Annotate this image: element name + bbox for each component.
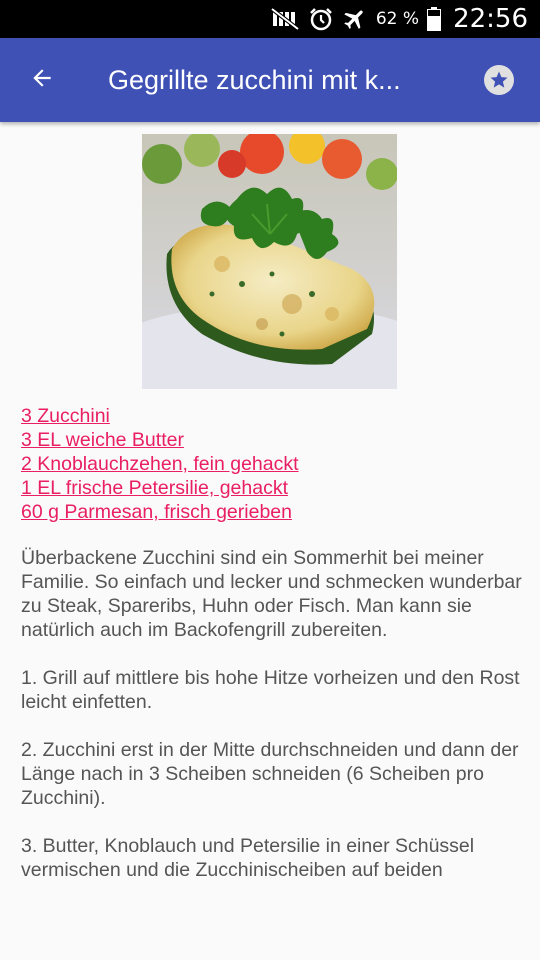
clock: 22:56 — [453, 4, 528, 34]
ingredient-link[interactable]: 1 EL frische Petersilie, gehackt — [21, 476, 521, 500]
battery-percent: 62 % — [375, 9, 420, 29]
step-paragraph: 2. Zucchini erst in der Mitte durchschne… — [21, 739, 519, 809]
battery-icon — [427, 7, 442, 31]
ingredient-link[interactable]: 3 EL weiche Butter — [21, 428, 521, 452]
step-paragraph: 1. Grill auf mittlere bis hohe Hitze vor… — [21, 667, 520, 713]
page-title: Gegrillte zucchini mit k... — [108, 64, 401, 95]
intro-paragraph: Überbackene Zucchini sind ein Sommerhit … — [21, 547, 522, 641]
alarm-icon — [308, 6, 334, 32]
ingredient-link[interactable]: 3 Zucchini — [21, 404, 521, 428]
back-button[interactable] — [0, 38, 84, 122]
mute-icon — [270, 7, 300, 31]
recipe-image — [142, 134, 397, 389]
ingredients-list: 3 Zucchini 3 EL weiche Butter 2 Knoblauc… — [21, 404, 521, 524]
favorite-button[interactable] — [484, 65, 514, 95]
arrow-back-icon — [29, 65, 55, 96]
step-paragraph: 3. Butter, Knoblauch und Petersilie in e… — [21, 835, 475, 881]
recipe-content[interactable]: 3 Zucchini 3 EL weiche Butter 2 Knoblauc… — [0, 122, 540, 960]
ingredient-link[interactable]: 2 Knoblauchzehen, fein gehackt — [21, 452, 521, 476]
status-bar: 62 % 22:56 — [0, 0, 540, 38]
star-icon — [484, 65, 514, 99]
recipe-instructions: Überbackene Zucchini sind ein Sommerhit … — [21, 546, 531, 906]
airplane-mode-icon — [342, 6, 368, 32]
app-bar: Gegrillte zucchini mit k... — [0, 38, 540, 122]
ingredient-link[interactable]: 60 g Parmesan, frisch gerieben — [21, 500, 521, 524]
